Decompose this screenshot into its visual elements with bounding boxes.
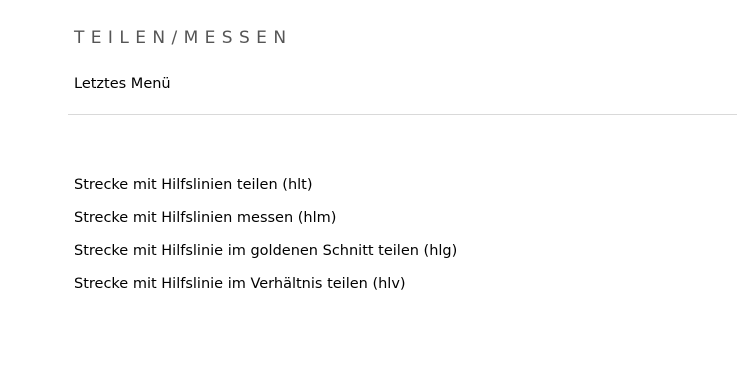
- menu-item-hlv[interactable]: Strecke mit Hilfslinie im Verhältnis tei…: [74, 273, 457, 306]
- menu-item-hlg[interactable]: Strecke mit Hilfslinie im goldenen Schni…: [74, 240, 457, 273]
- back-menu-item[interactable]: Letztes Menü: [74, 76, 171, 92]
- menu-item-list: Strecke mit Hilfslinien teilen (hlt) Str…: [74, 174, 457, 306]
- menu-item-hlm[interactable]: Strecke mit Hilfslinien messen (hlm): [74, 207, 457, 240]
- menu-panel: TEILEN/MESSEN Letztes Menü Strecke mit H…: [0, 0, 737, 379]
- menu-title: TEILEN/MESSEN: [74, 28, 293, 48]
- divider: [68, 114, 737, 115]
- menu-item-hlt[interactable]: Strecke mit Hilfslinien teilen (hlt): [74, 174, 457, 207]
